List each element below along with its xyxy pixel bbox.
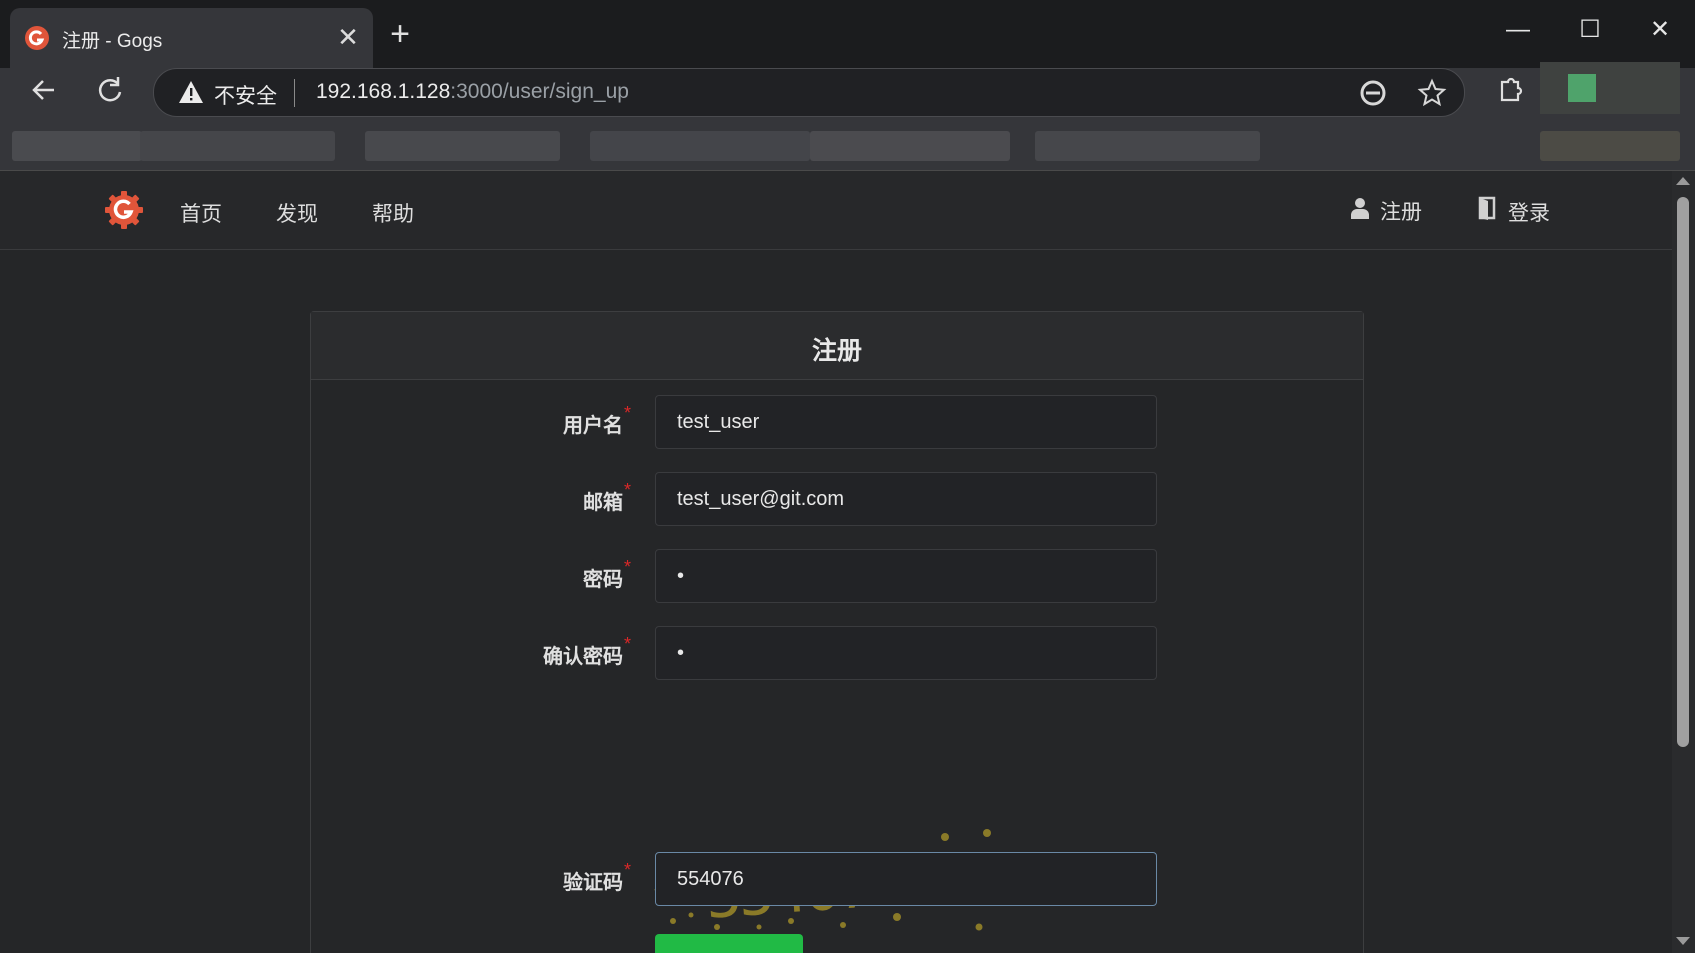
tab-close-icon[interactable]: ✕ — [331, 20, 365, 54]
confirm-password-input[interactable] — [655, 626, 1157, 680]
password-label: 密码 — [583, 569, 623, 591]
user-icon — [1350, 197, 1372, 225]
scroll-up-arrow-icon[interactable] — [1676, 177, 1690, 185]
page-viewport: 首页 发现 帮助 注册 登录 注册 用户名 * 邮箱 * 密码 * 确认密码 — [0, 171, 1672, 953]
security-label[interactable]: 不安全 — [214, 80, 277, 110]
new-tab-button[interactable]: + — [380, 14, 420, 54]
captcha-label: 验证码 — [563, 872, 623, 894]
sign-in-icon — [1478, 196, 1500, 226]
blurred-bookmark[interactable] — [1540, 131, 1680, 161]
profile-avatar[interactable] — [1540, 62, 1680, 114]
blurred-bookmark[interactable] — [590, 131, 810, 161]
url-path: :3000/user/sign_up — [450, 80, 629, 103]
nav-signup-link[interactable]: 注册 — [1350, 196, 1422, 226]
blurred-bookmark[interactable] — [140, 131, 335, 161]
scrollbar-thumb[interactable] — [1677, 197, 1689, 747]
required-asterisk: * — [624, 634, 632, 654]
page-scrollbar[interactable] — [1672, 171, 1695, 953]
nav-home-link[interactable]: 首页 — [180, 198, 222, 228]
nav-signin-link[interactable]: 登录 — [1478, 196, 1550, 227]
nav-signup-label: 注册 — [1380, 201, 1422, 224]
email-input[interactable] — [655, 472, 1157, 526]
url-text[interactable]: 192.168.1.128:3000/user/sign_up — [316, 80, 629, 104]
email-label: 邮箱 — [583, 492, 623, 514]
profile-avatar-tile — [1568, 74, 1596, 102]
bookmark-star-icon[interactable] — [1416, 77, 1448, 109]
maximize-icon[interactable]: ☐ — [1560, 8, 1620, 52]
gogs-favicon-icon — [25, 26, 49, 50]
blurred-bookmark[interactable] — [1035, 131, 1260, 161]
browser-tab-bar: 注册 - Gogs ✕ + — ☐ ✕ — [0, 0, 1695, 68]
window-close-icon[interactable]: ✕ — [1630, 8, 1690, 52]
captcha-input[interactable] — [655, 852, 1157, 906]
form-header: 注册 — [311, 312, 1363, 380]
gogs-logo-icon[interactable] — [104, 190, 144, 230]
site-header: 首页 发现 帮助 注册 登录 — [0, 171, 1672, 250]
blurred-bookmark[interactable] — [810, 131, 1010, 161]
scroll-down-arrow-icon[interactable] — [1676, 937, 1690, 945]
signup-form-card: 注册 用户名 * 邮箱 * 密码 * 确认密码 * 554076 — [310, 311, 1364, 953]
required-asterisk: * — [624, 403, 632, 423]
form-title: 注册 — [811, 337, 862, 365]
blurred-bookmark[interactable] — [365, 131, 560, 161]
username-label: 用户名 — [563, 415, 623, 437]
nav-help-link[interactable]: 帮助 — [372, 198, 414, 228]
signup-submit-button[interactable] — [655, 934, 803, 953]
browser-tab[interactable]: 注册 - Gogs ✕ — [10, 8, 373, 68]
extensions-puzzle-icon[interactable] — [1490, 70, 1530, 110]
tab-title: 注册 - Gogs — [62, 31, 163, 52]
confirm-password-label: 确认密码 — [543, 646, 623, 668]
nav-explore-link[interactable]: 发现 — [276, 198, 318, 228]
minimize-icon[interactable]: — — [1488, 8, 1548, 52]
browser-toolbar: 不安全 192.168.1.128:3000/user/sign_up — [0, 62, 1695, 123]
nav-signin-label: 登录 — [1508, 202, 1550, 225]
back-arrow-icon[interactable] — [24, 70, 64, 110]
blurred-bookmark[interactable] — [12, 131, 142, 161]
url-host: 192.168.1.128 — [316, 80, 451, 103]
required-asterisk: * — [624, 480, 632, 500]
address-bar[interactable]: 不安全 192.168.1.128:3000/user/sign_up — [153, 68, 1465, 117]
reload-icon[interactable] — [90, 70, 130, 110]
omnibox-divider — [294, 79, 295, 107]
password-input[interactable] — [655, 549, 1157, 603]
bookmarks-bar — [0, 123, 1695, 171]
required-asterisk: * — [624, 860, 632, 880]
required-asterisk: * — [624, 557, 632, 577]
username-input[interactable] — [655, 395, 1157, 449]
edge-refresh-icon[interactable] — [1357, 77, 1389, 109]
warning-icon — [179, 81, 203, 103]
